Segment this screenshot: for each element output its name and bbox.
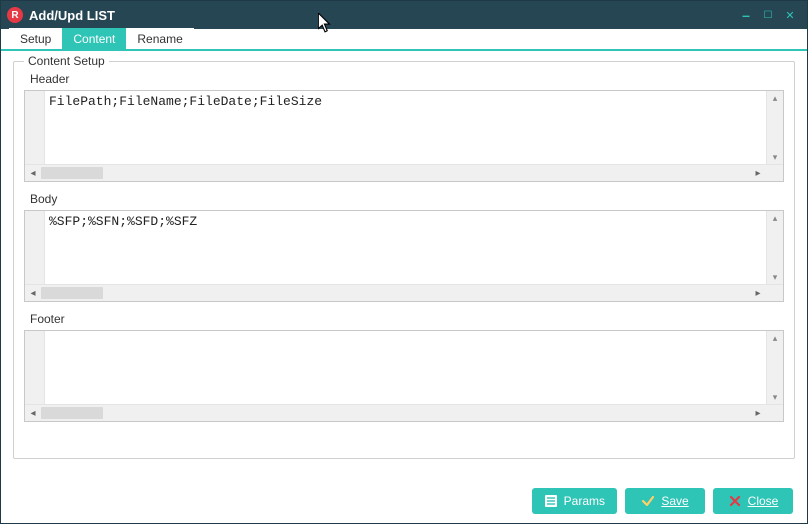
scroll-right-icon[interactable]: ▸ [750,165,766,181]
list-icon [544,494,558,508]
gutter [25,91,45,164]
scroll-thumb[interactable] [41,287,103,299]
vertical-scrollbar[interactable]: ▴ ▾ [766,331,783,404]
body-textarea[interactable]: %SFP;%SFN;%SFD;%SFZ ▴ ▾ ◂ ▸ [24,210,784,302]
minimize-button[interactable] [735,7,757,23]
tab-content[interactable]: Content [62,28,126,49]
horizontal-scrollbar[interactable]: ◂ ▸ [25,404,783,421]
scroll-left-icon[interactable]: ◂ [25,165,41,181]
app-icon: R [7,7,23,23]
group-legend: Content Setup [24,54,109,68]
params-label: Params [564,494,605,508]
scroll-down-icon[interactable]: ▾ [767,390,783,404]
close-icon [728,494,742,508]
vertical-scrollbar[interactable]: ▴ ▾ [766,211,783,284]
client-area: Content Setup Header FilePath;FileName;F… [1,51,807,479]
scroll-left-icon[interactable]: ◂ [25,285,41,301]
window-root: R Add/Upd LIST Setup Content Rename Cont… [0,0,808,524]
close-button[interactable]: Close [713,488,793,514]
titlebar[interactable]: R Add/Upd LIST [1,1,807,29]
scroll-thumb[interactable] [41,407,103,419]
footer-label: Footer [30,312,784,326]
scroll-right-icon[interactable]: ▸ [750,405,766,421]
footer-text[interactable] [45,331,766,404]
scroll-left-icon[interactable]: ◂ [25,405,41,421]
tab-strip: Setup Content Rename [1,29,807,51]
tab-setup[interactable]: Setup [9,28,62,49]
footer-textarea[interactable]: ▴ ▾ ◂ ▸ [24,330,784,422]
params-button[interactable]: Params [532,488,617,514]
scroll-down-icon[interactable]: ▾ [767,150,783,164]
scroll-up-icon[interactable]: ▴ [767,211,783,225]
horizontal-scrollbar[interactable]: ◂ ▸ [25,284,783,301]
window-title: Add/Upd LIST [29,8,115,23]
header-label: Header [30,72,784,86]
scroll-up-icon[interactable]: ▴ [767,331,783,345]
save-button[interactable]: Save [625,488,705,514]
scroll-thumb[interactable] [41,167,103,179]
dialog-button-bar: Params Save Close [1,479,807,523]
window-close-button[interactable] [779,7,801,23]
scroll-up-icon[interactable]: ▴ [767,91,783,105]
vertical-scrollbar[interactable]: ▴ ▾ [766,91,783,164]
body-label: Body [30,192,784,206]
scroll-down-icon[interactable]: ▾ [767,270,783,284]
content-setup-group: Content Setup Header FilePath;FileName;F… [13,61,795,459]
footer-block: Footer ▴ ▾ ◂ ▸ [24,312,784,422]
horizontal-scrollbar[interactable]: ◂ ▸ [25,164,783,181]
header-text[interactable]: FilePath;FileName;FileDate;FileSize [45,91,766,164]
body-text[interactable]: %SFP;%SFN;%SFD;%SFZ [45,211,766,284]
gutter [25,211,45,284]
scroll-right-icon[interactable]: ▸ [750,285,766,301]
close-label: Close [748,494,779,508]
check-icon [641,494,655,508]
header-block: Header FilePath;FileName;FileDate;FileSi… [24,72,784,182]
tab-rename[interactable]: Rename [126,28,193,49]
maximize-button[interactable] [757,7,779,23]
header-textarea[interactable]: FilePath;FileName;FileDate;FileSize ▴ ▾ … [24,90,784,182]
save-label: Save [661,494,688,508]
gutter [25,331,45,404]
body-block: Body %SFP;%SFN;%SFD;%SFZ ▴ ▾ ◂ ▸ [24,192,784,302]
